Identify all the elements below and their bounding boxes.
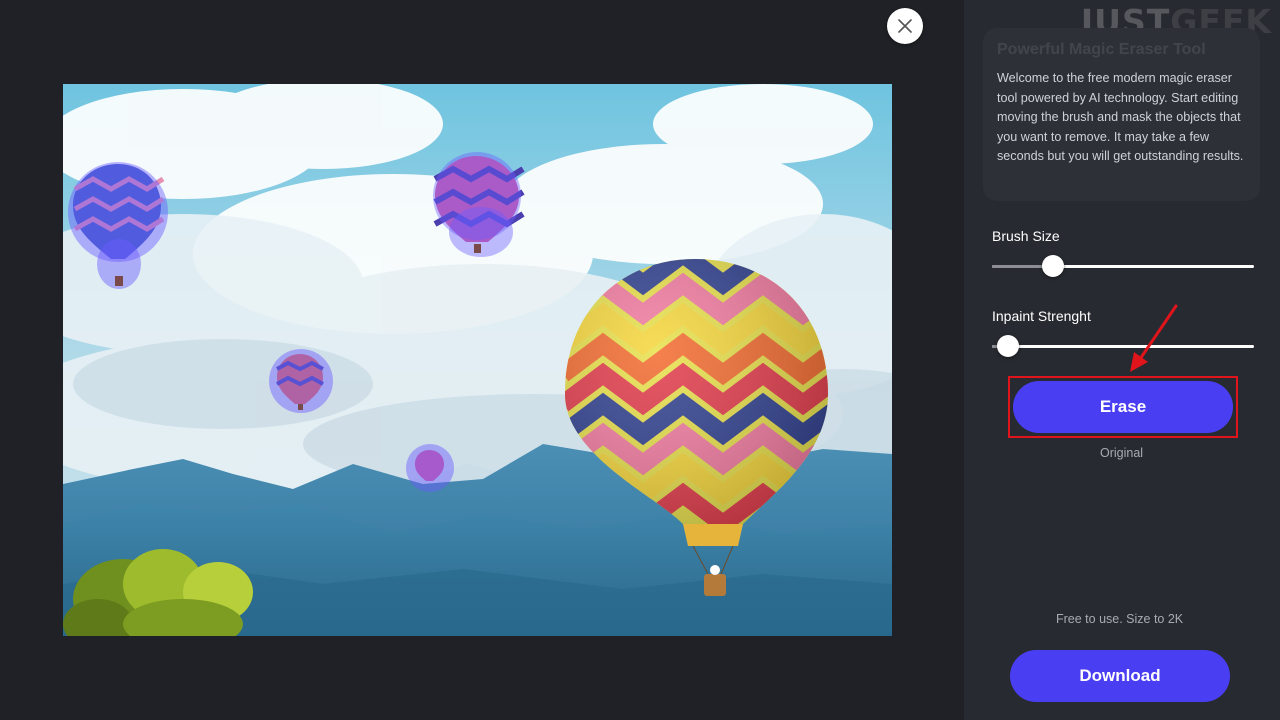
free-usage-note: Free to use. Size to 2K [1056,612,1184,626]
slider-thumb[interactable] [996,335,1019,357]
brush-size-label: Brush Size [992,228,1060,244]
info-title: Powerful Magic Eraser Tool [997,41,1206,58]
masked-balloon-4 [406,444,454,492]
download-button[interactable]: Download [1010,650,1230,702]
inpaint-strength-label: Inpaint Strenght [992,308,1091,324]
editor-workspace [0,0,964,720]
close-icon [898,19,912,33]
close-button[interactable] [887,8,923,44]
slider-thumb[interactable] [1042,255,1065,277]
brush-size-slider[interactable] [992,255,1254,277]
info-card: Powerful Magic Eraser Tool Welcome to th… [983,28,1260,201]
erase-button[interactable]: Erase [1013,381,1233,433]
image-canvas[interactable] [63,84,892,636]
info-text: Welcome to the free modern magic eraser … [997,71,1244,163]
masked-balloon-3 [269,349,333,413]
original-toggle[interactable]: Original [1100,446,1143,460]
red-arrow-annotation [1130,304,1178,372]
